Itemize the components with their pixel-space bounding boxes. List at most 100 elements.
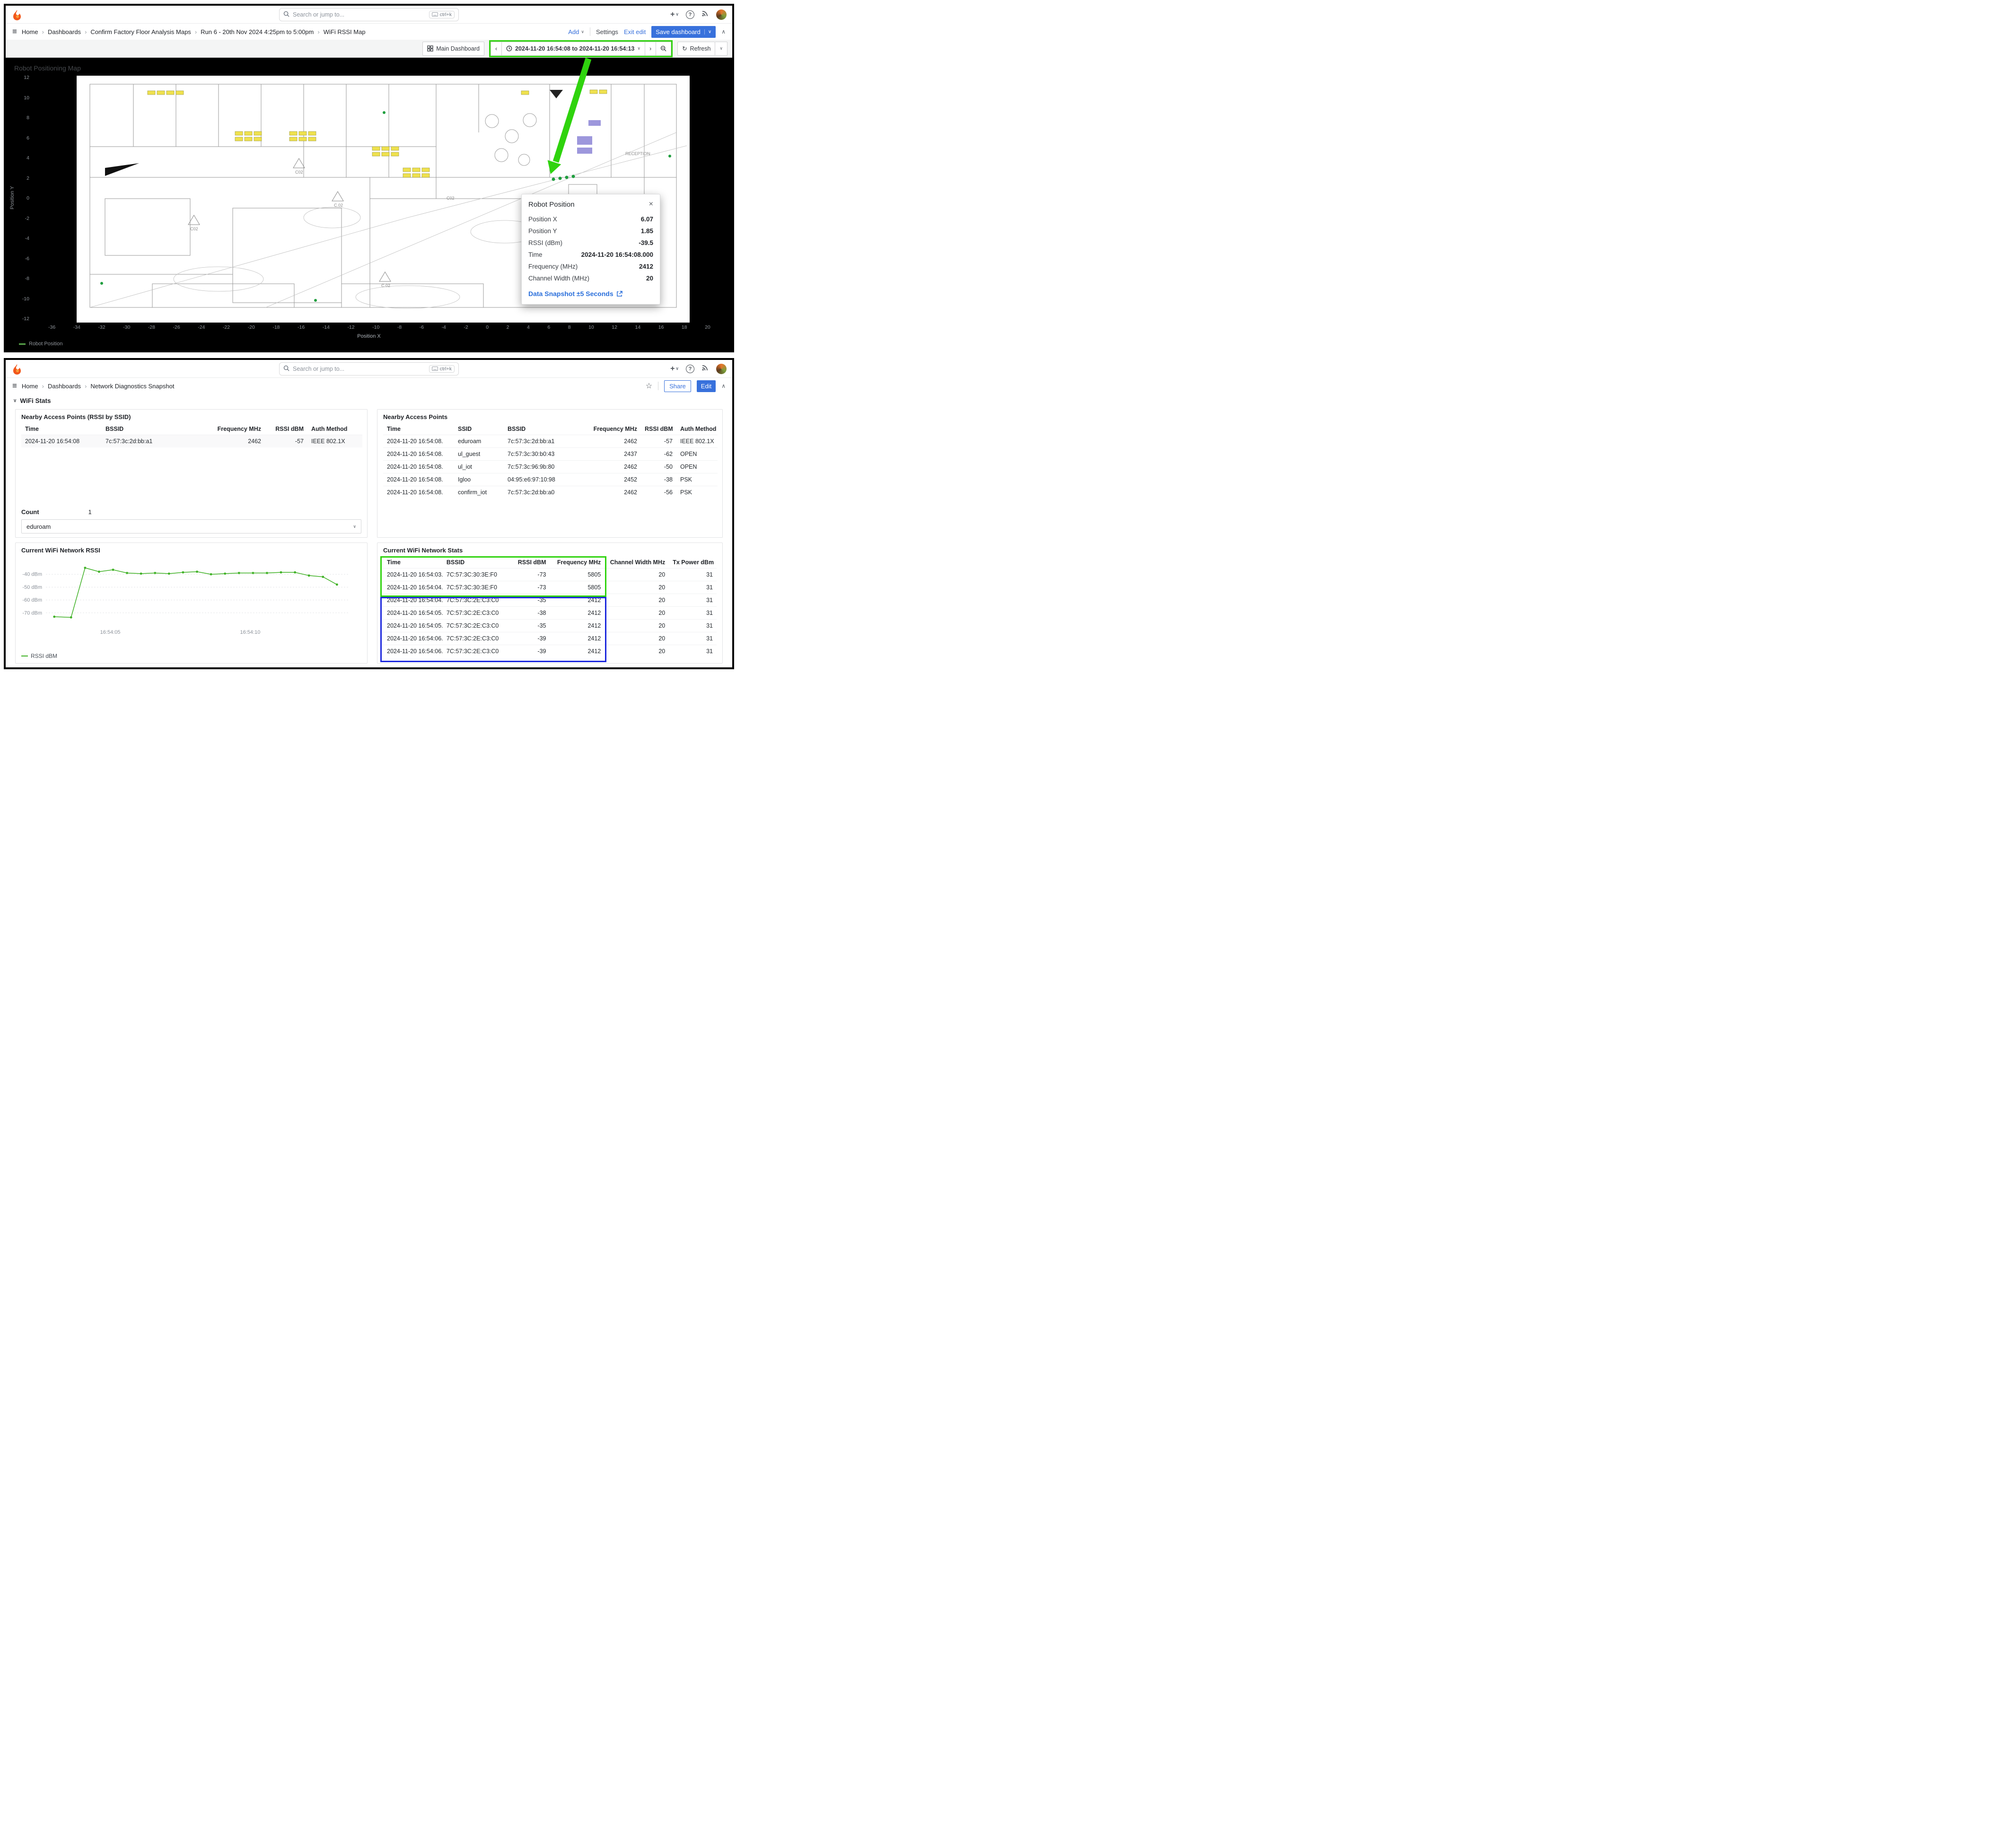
- table-row: 2024-11-20 16:54:08.confirm_iot7c:57:3c:…: [383, 486, 718, 499]
- table-cell: ul_iot: [454, 461, 504, 473]
- table-cell: 2024-11-20 16:54:08.: [383, 435, 454, 448]
- new-menu-button[interactable]: +∨: [670, 10, 679, 19]
- grafana-logo[interactable]: [11, 363, 23, 375]
- tooltip-row: Position X6.07: [528, 213, 653, 225]
- table-cell: 31: [669, 607, 717, 620]
- zoom-out-icon[interactable]: [656, 42, 671, 56]
- axis-tick: 8: [568, 324, 571, 330]
- new-menu-button[interactable]: +∨: [670, 365, 679, 373]
- data-snapshot-link[interactable]: Data Snapshot ±5 Seconds: [528, 290, 622, 297]
- save-options-icon[interactable]: ∨: [704, 29, 711, 35]
- chevron-down-icon: ∨: [637, 46, 640, 51]
- add-button[interactable]: Add∨: [568, 28, 584, 35]
- svg-text:RECEPTION: RECEPTION: [625, 151, 650, 156]
- column-header[interactable]: Auth Method: [676, 423, 718, 435]
- breadcrumb-separator: ›: [42, 28, 44, 35]
- column-header[interactable]: BSSID: [102, 423, 199, 435]
- table-cell: 2024-11-20 16:54:04.: [383, 594, 443, 607]
- column-header[interactable]: Frequency MHz: [199, 423, 265, 435]
- column-header[interactable]: Channel Width MHz: [605, 557, 669, 569]
- search-placeholder: Search or jump to...: [293, 11, 426, 18]
- table-cell: 31: [669, 632, 717, 645]
- main-dashboard-button[interactable]: Main Dashboard: [422, 42, 484, 56]
- search-input[interactable]: Search or jump to... ctrl+k: [279, 8, 459, 21]
- column-header[interactable]: Time: [21, 423, 102, 435]
- axis-tick: -6: [25, 256, 29, 262]
- column-header[interactable]: Auth Method: [307, 423, 362, 435]
- search-input[interactable]: Search or jump to... ctrl+k: [279, 362, 459, 376]
- close-icon[interactable]: ×: [649, 200, 653, 209]
- column-header[interactable]: Tx Power dBm: [669, 557, 717, 569]
- menu-icon[interactable]: ≡: [12, 27, 17, 36]
- chevron-down-icon: ∨: [581, 29, 584, 35]
- table-row: 2024-11-20 16:54:06.7C:57:3C:2E:C3:C0-39…: [383, 645, 717, 658]
- table-row: 2024-11-20 16:54:06.7C:57:3C:2E:C3:C0-39…: [383, 632, 717, 645]
- nearby-table: TimeSSIDBSSIDFrequency MHzRSSI dBMAuth M…: [383, 423, 718, 499]
- share-button[interactable]: Share: [664, 380, 691, 392]
- count-label: Count: [21, 508, 39, 516]
- breadcrumb-item[interactable]: Run 6 - 20th Nov 2024 4:25pm to 5:00pm: [201, 28, 314, 35]
- column-header[interactable]: Time: [383, 557, 443, 569]
- table-row: 2024-11-20 16:54:08.ul_iot7c:57:3c:96:9b…: [383, 461, 718, 473]
- grafana-logo[interactable]: [11, 9, 23, 20]
- axis-tick: -2: [25, 216, 29, 221]
- column-header[interactable]: Time: [383, 423, 454, 435]
- table-cell: 31: [669, 594, 717, 607]
- time-range-button[interactable]: 2024-11-20 16:54:08 to 2024-11-20 16:54:…: [502, 42, 645, 56]
- column-header[interactable]: Frequency MHz: [550, 557, 605, 569]
- breadcrumb-item[interactable]: Dashboards: [48, 383, 81, 390]
- ssid-select[interactable]: eduroam ∨: [21, 519, 361, 534]
- star-icon[interactable]: ☆: [646, 381, 652, 391]
- axis-tick: -22: [223, 324, 230, 330]
- column-header[interactable]: SSID: [454, 423, 504, 435]
- table-cell: -35: [509, 620, 550, 632]
- table-cell: 20: [605, 607, 669, 620]
- column-header[interactable]: RSSI dBM: [509, 557, 550, 569]
- exit-edit-button[interactable]: Exit edit: [624, 28, 646, 35]
- column-header[interactable]: RSSI dBM: [265, 423, 307, 435]
- avatar[interactable]: [716, 364, 727, 374]
- axis-tick: 10: [588, 324, 594, 330]
- collapse-topbar-icon[interactable]: ∧: [721, 28, 726, 35]
- save-dashboard-button[interactable]: Save dashboard∨: [651, 26, 716, 38]
- avatar[interactable]: [716, 9, 727, 20]
- dashboard-toolbar: Main Dashboard ‹ 2024-11-20 16:54:08 to …: [6, 40, 732, 58]
- wifi-stats-section-header[interactable]: ∨ WiFi Stats: [6, 394, 732, 408]
- table-cell: 2412: [550, 594, 605, 607]
- news-icon[interactable]: [701, 364, 709, 374]
- breadcrumb-item[interactable]: Confirm Factory Floor Analysis Maps: [90, 28, 191, 35]
- settings-button[interactable]: Settings: [596, 28, 618, 35]
- breadcrumb-item[interactable]: Home: [22, 383, 38, 390]
- panel-title: Robot Positioning Map: [14, 64, 81, 72]
- time-shift-back-button[interactable]: ‹: [491, 42, 502, 56]
- breadcrumb-item[interactable]: Home: [22, 28, 38, 35]
- dashboard-actions: ☆ Share Edit ∧: [646, 380, 726, 392]
- chart-legend[interactable]: RSSI dBM: [21, 653, 361, 659]
- table-cell: 7c:57:3c:2d:bb:a1: [102, 435, 199, 448]
- table-cell: 7C:57:3C:2E:C3:C0: [443, 594, 509, 607]
- column-header[interactable]: RSSI dBM: [641, 423, 676, 435]
- table-cell: 2024-11-20 16:54:08: [21, 435, 102, 448]
- help-icon[interactable]: ?: [686, 365, 694, 373]
- column-header[interactable]: BSSID: [504, 423, 587, 435]
- time-shift-forward-button[interactable]: ›: [645, 42, 656, 56]
- column-header[interactable]: Frequency MHz: [587, 423, 641, 435]
- menu-icon[interactable]: ≡: [12, 381, 17, 391]
- rssi-chart: -40 dBm-50 dBm-60 dBm-70 dBm16:54:0516:5…: [21, 557, 361, 639]
- axis-tick: -8: [397, 324, 402, 330]
- table-cell: eduroam: [454, 435, 504, 448]
- navbar-right: +∨ ?: [670, 364, 727, 374]
- breadcrumb-separator: ›: [195, 28, 197, 35]
- refresh-interval-button[interactable]: ∨: [715, 42, 728, 56]
- breadcrumb-item[interactable]: Dashboards: [48, 28, 81, 35]
- section-title: WiFi Stats: [20, 397, 51, 404]
- rssi-chart-svg: -40 dBm-50 dBm-60 dBm-70 dBm16:54:0516:5…: [21, 557, 355, 636]
- collapse-topbar-icon[interactable]: ∧: [721, 383, 726, 389]
- table-row: 2024-11-20 16:54:04.7C:57:3C:30:3E:F0-73…: [383, 581, 717, 594]
- column-header[interactable]: BSSID: [443, 557, 509, 569]
- help-icon[interactable]: ?: [686, 10, 694, 19]
- refresh-button[interactable]: ↻Refresh: [677, 42, 715, 56]
- map-legend[interactable]: Robot Position: [19, 341, 63, 347]
- edit-button[interactable]: Edit: [697, 380, 716, 392]
- news-icon[interactable]: [701, 9, 709, 19]
